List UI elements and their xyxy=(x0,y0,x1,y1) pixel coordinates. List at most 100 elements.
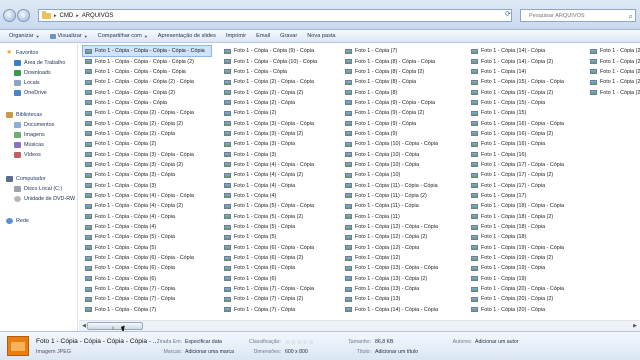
file-item[interactable]: Foto 1 - Cópia (18) - Cópia (2) xyxy=(469,212,597,222)
file-item[interactable]: Foto 1 - Cópia - Cópia (4) - Cópia xyxy=(83,212,211,222)
print-button[interactable]: Imprimir xyxy=(223,33,253,39)
file-item[interactable]: Foto 1 - Cópia (9) - Cópia xyxy=(343,118,471,128)
new-folder-button[interactable]: Nova pasta xyxy=(304,33,342,39)
file-item[interactable]: Foto 1 - Cópia - Cópia (2) xyxy=(83,139,211,149)
file-item[interactable]: Foto 1 - Cópia (3) - Cópia xyxy=(222,139,350,149)
authors-field[interactable]: Adicionar um autor xyxy=(475,339,519,345)
file-item[interactable]: Foto 1 - Cópia - Cópia (10) - Cópia xyxy=(222,56,350,66)
file-item[interactable]: Foto 1 - Cópia - Cópia - Cópia (2) - Cóp… xyxy=(83,77,211,87)
share-with-button[interactable]: Compartilhar com ▼ xyxy=(95,33,155,39)
search-input[interactable] xyxy=(529,12,624,19)
view-button[interactable]: Visualizar ▼ xyxy=(47,33,95,39)
refresh-icon[interactable]: ⟳ xyxy=(505,10,511,18)
sidebar-item-music[interactable]: Músicas xyxy=(14,140,44,150)
file-item[interactable]: Foto 1 - Cópia (10) - Cópia xyxy=(343,160,471,170)
file-item[interactable]: Foto 1 - Cópia (2 xyxy=(588,77,640,87)
sidebar-favorites[interactable]: ★ Favoritos xyxy=(6,48,38,58)
file-item[interactable]: Foto 1 - Cópia (12) - Cópia - Cópia xyxy=(343,222,471,232)
file-item[interactable]: Foto 1 - Cópia - Cópia (2) - Cópia - Cóp… xyxy=(83,108,211,118)
file-item[interactable]: Foto 1 - Cópia - Cópia (3) xyxy=(83,180,211,190)
file-item[interactable]: Foto 1 - Cópia (16) - Cópia (2) xyxy=(469,129,597,139)
file-item[interactable]: Foto 1 - Cópia (2 xyxy=(588,87,640,97)
file-item[interactable]: Foto 1 - Cópia (20) - Cópia xyxy=(469,305,597,315)
file-item[interactable]: Foto 1 - Cópia (10) xyxy=(343,170,471,180)
file-item[interactable]: Foto 1 - Cópia - Cópia (6) - Cópia - Cóp… xyxy=(83,253,211,263)
email-button[interactable]: Email xyxy=(253,33,277,39)
file-item[interactable]: Foto 1 - Cópia (8) - Cópia xyxy=(343,77,471,87)
file-item[interactable]: Foto 1 - Cópia (13) - Cópia (2) xyxy=(343,274,471,284)
search-box[interactable]: ⌕ xyxy=(520,9,636,22)
file-item[interactable]: Foto 1 - Cópia - Cópia (4) xyxy=(83,222,211,232)
file-item[interactable]: Foto 1 - Cópia (2 xyxy=(588,56,640,66)
file-item[interactable]: Foto 1 - Cópia (2) - Cópia - Cópia xyxy=(222,77,350,87)
sidebar-item-dvd-drive[interactable]: Unidade de DVD-RW xyxy=(14,194,75,204)
scroll-right-icon[interactable]: ▶ xyxy=(630,322,640,331)
sidebar-item-downloads[interactable]: Downloads xyxy=(14,68,51,78)
file-item[interactable]: Foto 1 - Cópia (6) - Cópia (2) xyxy=(222,253,350,263)
file-item[interactable]: Foto 1 - Cópia (7) xyxy=(343,46,471,56)
file-item[interactable]: Foto 1 - Cópia - Cópia (5) - Cópia xyxy=(83,232,211,242)
file-item[interactable]: Foto 1 - Cópia - Cópia - Cópia xyxy=(83,98,211,108)
file-item[interactable]: Foto 1 - Cópia (6) xyxy=(222,274,350,284)
file-item[interactable]: Foto 1 - Cópia (15) - Cópia - Cópia xyxy=(469,77,597,87)
file-item[interactable]: Foto 1 - Cópia (2) - Cópia (2) xyxy=(222,87,350,97)
file-item[interactable]: Foto 1 - Cópia (15) - Cópia (2) xyxy=(469,87,597,97)
breadcrumb[interactable]: ▸ CMD ▸ ARQUIVOS xyxy=(38,9,512,22)
forward-button[interactable]: › xyxy=(17,9,30,22)
file-item[interactable]: Foto 1 - Cópia (18) - Cópia - Cópia xyxy=(469,201,597,211)
file-item[interactable]: Foto 1 - Cópia (8) - Cópia - Cópia xyxy=(343,56,471,66)
file-item[interactable]: Foto 1 - Cópia (3) xyxy=(222,149,350,159)
file-item[interactable]: Foto 1 - Cópia (11) - Cópia (2) xyxy=(343,191,471,201)
sidebar-item-documents[interactable]: Documentos xyxy=(14,120,54,130)
file-item[interactable]: Foto 1 - Cópia - Cópia (4) - Cópia - Cóp… xyxy=(83,191,211,201)
file-list[interactable]: Foto 1 - Cópia - Cópia - Cópia - Cópia -… xyxy=(79,44,640,320)
file-item[interactable]: Foto 1 - Cópia - Cópia xyxy=(222,67,350,77)
chevron-right-icon[interactable]: ▸ xyxy=(76,13,79,19)
file-item[interactable]: Foto 1 - Cópia (2 xyxy=(588,46,640,56)
file-item[interactable]: Foto 1 - Cópia (20) - Cópia - Cópia xyxy=(469,284,597,294)
sidebar-item-videos[interactable]: Vídeos xyxy=(14,150,41,160)
file-item[interactable]: Foto 1 - Cópia (7) - Cópia - Cópia xyxy=(222,284,350,294)
file-item[interactable]: Foto 1 - Cópia (8) xyxy=(343,87,471,97)
sidebar-item-onedrive[interactable]: OneDrive xyxy=(14,88,47,98)
sidebar-item-local-disk[interactable]: Disco Local (C:) xyxy=(14,184,62,194)
file-item[interactable]: Foto 1 - Cópia (16) - Cópia xyxy=(469,139,597,149)
burn-button[interactable]: Gravar xyxy=(277,33,304,39)
file-item[interactable]: Foto 1 - Cópia (2) - Cópia xyxy=(222,98,350,108)
file-item[interactable]: Foto 1 - Cópia (18) xyxy=(469,232,597,242)
file-item[interactable]: Foto 1 - Cópia (14) xyxy=(469,67,597,77)
file-item[interactable]: Foto 1 - Cópia (4) - Cópia xyxy=(222,180,350,190)
file-item[interactable]: Foto 1 - Cópia - Cópia - Cópia (2) xyxy=(83,87,211,97)
file-item[interactable]: Foto 1 - Cópia (2) xyxy=(222,108,350,118)
sidebar-item-images[interactable]: Imagens xyxy=(14,130,45,140)
file-item[interactable]: Foto 1 - Cópia (3) - Cópia (2) xyxy=(222,129,350,139)
tags-field[interactable]: Adicionar uma marca xyxy=(185,349,234,355)
file-item[interactable]: Foto 1 - Cópia - Cópia (9) - Cópia xyxy=(222,46,350,56)
file-item[interactable]: Foto 1 - Cópia (19) - Cópia xyxy=(469,263,597,273)
file-item[interactable]: Foto 1 - Cópia - Cópia (7) - Cópia xyxy=(83,284,211,294)
file-item[interactable]: Foto 1 - Cópia (11) - Cópia xyxy=(343,201,471,211)
file-item[interactable]: Foto 1 - Cópia (15) xyxy=(469,108,597,118)
scrollbar-thumb[interactable]: ||| xyxy=(87,322,143,330)
file-item[interactable]: Foto 1 - Cópia (17) xyxy=(469,191,597,201)
file-item[interactable]: Foto 1 - Cópia (14) - Cópia xyxy=(469,46,597,56)
file-item[interactable]: Foto 1 - Cópia (17) - Cópia (2) xyxy=(469,170,597,180)
file-item[interactable]: Foto 1 - Cópia (4) - Cópia (2) xyxy=(222,170,350,180)
chevron-right-icon[interactable]: ▸ xyxy=(54,13,57,19)
file-item[interactable]: Foto 1 - Cópia - Cópia (2) - Cópia (2) xyxy=(83,118,211,128)
file-item[interactable]: Foto 1 - Cópia (7) - Cópia (2) xyxy=(222,294,350,304)
sidebar-item-desktop[interactable]: Área de Trabalho xyxy=(14,58,65,68)
file-item[interactable]: Foto 1 - Cópia (4) xyxy=(222,191,350,201)
sidebar-computer[interactable]: Computador xyxy=(6,174,46,184)
file-item[interactable]: Foto 1 - Cópia (6) - Cópia xyxy=(222,263,350,273)
file-item[interactable]: Foto 1 - Cópia - Cópia (3) - Cópia (2) xyxy=(83,160,211,170)
breadcrumb-arquivos[interactable]: ARQUIVOS xyxy=(82,13,114,19)
sidebar-network[interactable]: Rede xyxy=(6,216,29,226)
file-item[interactable]: Foto 1 - Cópia (17) - Cópia xyxy=(469,180,597,190)
file-item[interactable]: Foto 1 - Cópia (18) - Cópia xyxy=(469,222,597,232)
file-item[interactable]: Foto 1 - Cópia (13) - Cópia xyxy=(343,284,471,294)
horizontal-scrollbar[interactable]: ◀ ||| ▶ xyxy=(79,320,640,331)
breadcrumb-cmd[interactable]: CMD xyxy=(60,13,74,19)
file-item[interactable]: Foto 1 - Cópia (6) - Cópia - Cópia xyxy=(222,243,350,253)
file-item[interactable]: Foto 1 - Cópia (10) - Cópia xyxy=(343,149,471,159)
